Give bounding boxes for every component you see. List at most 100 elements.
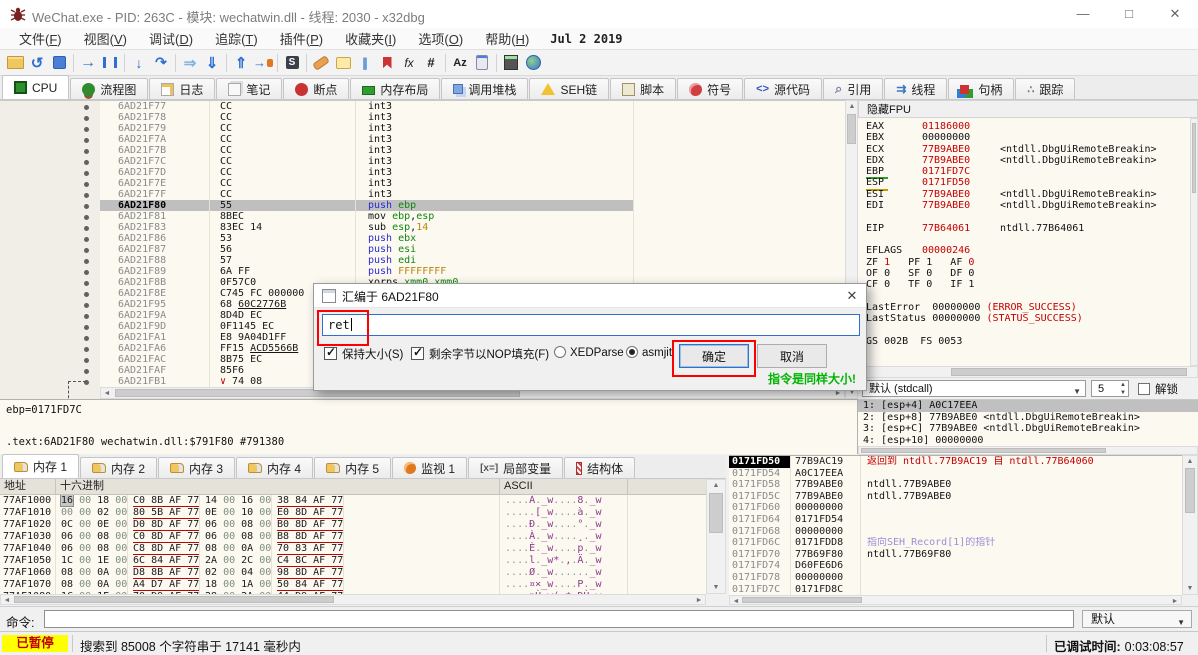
register-line[interactable]: ECX77B9ABE0<ntdll.DbgUiRemoteBreakin> bbox=[858, 144, 1190, 155]
tab-cpu[interactable]: CPU bbox=[2, 75, 69, 99]
breakpoint-dot[interactable] bbox=[84, 281, 89, 286]
register-line[interactable] bbox=[858, 211, 1190, 222]
disasm-row[interactable]: 6AD21F896A FFpush FFFFFFFF bbox=[100, 266, 845, 277]
breakpoint-dot[interactable] bbox=[84, 325, 89, 330]
tab-handles[interactable]: 句柄 bbox=[948, 78, 1014, 99]
tab-breakpoints[interactable]: 断点 bbox=[283, 78, 349, 99]
disasm-row[interactable]: 6AD21F8857push edi bbox=[100, 255, 845, 266]
register-line[interactable]: EDX77B9ABE0<ntdll.DbgUiRemoteBreakin> bbox=[858, 155, 1190, 166]
tab-dump-1[interactable]: 内存 1 bbox=[2, 454, 79, 478]
menu-item[interactable]: 调试(D) bbox=[138, 27, 204, 50]
hexdump-hscrollbar[interactable]: ◄ ► bbox=[0, 594, 706, 605]
tab-threads[interactable]: ⇉线程 bbox=[884, 78, 947, 99]
disasm-row[interactable]: 6AD21F8383EC 14sub esp,14 bbox=[100, 222, 845, 233]
step-over-button[interactable]: ↷ bbox=[150, 52, 172, 74]
tab-locals[interactable]: [x=]局部变量 bbox=[468, 457, 563, 478]
close-button[interactable]: ✕ bbox=[1152, 0, 1198, 28]
breakpoint-dot[interactable] bbox=[84, 314, 89, 319]
disasm-row[interactable]: 6AD21F79CCint3 bbox=[100, 123, 845, 134]
strings-button[interactable]: Az bbox=[449, 52, 471, 74]
tab-source[interactable]: <>源代码 bbox=[744, 78, 822, 99]
stack-row[interactable]: 0171FD5C77B9ABE0ntdll.77B9ABE0 bbox=[729, 491, 1182, 503]
arguments-view[interactable]: 1: [esp+4] A0C17EEA2: [esp+8] 77B9ABE0 <… bbox=[858, 399, 1198, 446]
keep-size-checkbox[interactable]: 保持大小(S) bbox=[324, 346, 403, 362]
menu-item[interactable]: 帮助(H) bbox=[474, 27, 540, 50]
disasm-row[interactable]: 6AD21F818BECmov ebp,esp bbox=[100, 211, 845, 222]
argument-row[interactable]: 2: [esp+8] 77B9ABE0 <ntdll.DbgUiRemoteBr… bbox=[858, 412, 1198, 424]
step-up-button[interactable]: ⇑ bbox=[230, 52, 252, 74]
register-line[interactable]: EBX00000000 bbox=[858, 132, 1190, 143]
breakpoint-dot[interactable] bbox=[84, 171, 89, 176]
breakpoint-dot[interactable] bbox=[84, 127, 89, 132]
hexdump-vscrollbar[interactable]: ▲ ▼ bbox=[706, 479, 726, 594]
unlock-checkbox[interactable] bbox=[1138, 383, 1150, 395]
breakpoint-dot[interactable] bbox=[84, 336, 89, 341]
register-line[interactable]: ZF 1 PF 1 AF 0 bbox=[858, 257, 1190, 268]
hexdump-row[interactable]: 77AF10200C 00 0E 00D0 8D AF 7706 00 08 0… bbox=[0, 519, 706, 531]
stack-row[interactable]: 0171FD6000000000 bbox=[729, 502, 1182, 514]
breakpoint-dot[interactable] bbox=[84, 204, 89, 209]
tab-trace[interactable]: ∴跟踪 bbox=[1015, 78, 1075, 99]
menu-item[interactable]: 插件(P) bbox=[269, 27, 334, 50]
tab-watch-1[interactable]: 监视 1 bbox=[392, 457, 467, 478]
breakpoint-dot[interactable] bbox=[84, 105, 89, 110]
scroll-thumb[interactable] bbox=[1185, 468, 1195, 513]
breakpoint-dot[interactable] bbox=[84, 237, 89, 242]
register-line[interactable] bbox=[858, 234, 1190, 245]
disasm-row[interactable]: 6AD21F7ECCint3 bbox=[100, 178, 845, 189]
stack-row[interactable]: 0171FD7C0171FD8C bbox=[729, 584, 1182, 595]
hexdump-row[interactable]: 77AF104006 00 08 00C8 8D AF 7708 00 0A 0… bbox=[0, 543, 706, 555]
tab-symbols[interactable]: 符号 bbox=[677, 78, 743, 99]
hexdump-row[interactable]: 77AF10501C 00 1E 006C 84 AF 772A 00 2C 0… bbox=[0, 555, 706, 567]
menu-item[interactable]: 选项(O) bbox=[407, 27, 474, 50]
tab-script[interactable]: 脚本 bbox=[610, 78, 676, 99]
scroll-up-icon[interactable]: ▲ bbox=[710, 480, 722, 491]
column-header-ascii[interactable]: ASCII bbox=[500, 479, 628, 495]
run-button[interactable]: → bbox=[77, 52, 99, 74]
hide-fpu-button[interactable]: 隐藏FPU bbox=[858, 100, 1198, 118]
pause-button[interactable] bbox=[99, 52, 121, 74]
breakpoint-dot[interactable] bbox=[84, 347, 89, 352]
breakpoint-dot[interactable] bbox=[84, 138, 89, 143]
register-line[interactable]: GS 002B FS 0053 bbox=[858, 336, 1190, 347]
ordinals-button[interactable]: # bbox=[420, 52, 442, 74]
xedparse-radio[interactable]: XEDParse bbox=[554, 346, 624, 359]
stack-row[interactable]: 0171FD7077B69F80ntdll.77B69F80 bbox=[729, 549, 1182, 561]
stack-vscrollbar[interactable]: ▲ ▼ bbox=[1182, 455, 1198, 595]
scroll-up-icon[interactable]: ▲ bbox=[1184, 456, 1196, 467]
assembly-input[interactable]: ret bbox=[322, 314, 860, 336]
registers-view[interactable]: EAX01186000EBX00000000ECX77B9ABE0<ntdll.… bbox=[858, 118, 1190, 366]
hexdump-row[interactable]: 77AF107008 00 0A 00A4 D7 AF 7718 00 1A 0… bbox=[0, 579, 706, 591]
register-line[interactable]: ESI77B9ABE0<ntdll.DbgUiRemoteBreakin> bbox=[858, 189, 1190, 200]
spinner-arrows-icon[interactable]: ▲▼ bbox=[1120, 381, 1126, 397]
cancel-button[interactable]: 取消 bbox=[757, 344, 827, 368]
tab-dump-4[interactable]: 内存 4 bbox=[236, 457, 313, 478]
breakpoint-dot[interactable] bbox=[84, 160, 89, 165]
register-line[interactable]: ESP0171FD50 bbox=[858, 177, 1190, 188]
tab-dump-3[interactable]: 内存 3 bbox=[158, 457, 235, 478]
tab-struct[interactable]: 结构体 bbox=[564, 457, 635, 478]
labels-button[interactable]: ∥ bbox=[354, 52, 376, 74]
stack-row[interactable]: 0171FD5077B9AC19返回到 ntdll.77B9AC19 自 ntd… bbox=[729, 456, 1182, 468]
dialog-title-bar[interactable]: 汇编于 6AD21F80 ✕ bbox=[314, 284, 866, 308]
breakpoint-dot[interactable] bbox=[84, 149, 89, 154]
execute-till-return-button[interactable]: ⇒ bbox=[179, 52, 201, 74]
open-file-button[interactable] bbox=[4, 52, 26, 74]
tab-graph[interactable]: 流程图 bbox=[70, 78, 148, 99]
disasm-row[interactable]: 6AD21F8055push ebp bbox=[100, 200, 845, 211]
stack-hscrollbar[interactable]: ◄ ► bbox=[729, 595, 1182, 605]
hexdump-row[interactable]: 77AF106008 00 0A 00D8 8B AF 7702 00 04 0… bbox=[0, 567, 706, 579]
disasm-row[interactable]: 6AD21F8653push ebx bbox=[100, 233, 845, 244]
breakpoint-dot[interactable] bbox=[84, 182, 89, 187]
argument-row[interactable]: 1: [esp+4] A0C17EEA bbox=[858, 400, 1198, 412]
command-input[interactable] bbox=[44, 610, 1074, 628]
stack-row[interactable]: 0171FD6C0171FDD8指向SEH_Record[1]的指针 bbox=[729, 537, 1182, 549]
scroll-thumb[interactable] bbox=[861, 448, 1106, 453]
register-line[interactable]: EFLAGS00000246 bbox=[858, 245, 1190, 256]
stack-view[interactable]: 0171FD5077B9AC19返回到 ntdll.77B9AC19 自 ntd… bbox=[729, 455, 1182, 595]
stack-row[interactable]: 0171FD640171FD54 bbox=[729, 514, 1182, 526]
tab-memory-map[interactable]: 内存布局 bbox=[350, 78, 440, 99]
register-line[interactable]: LastError 00000000 (ERROR_SUCCESS) bbox=[858, 302, 1190, 313]
functions-button[interactable]: fx bbox=[398, 52, 420, 74]
hexdump-row[interactable]: 77AF101000 00 02 0080 5B AF 770E 00 10 0… bbox=[0, 507, 706, 519]
